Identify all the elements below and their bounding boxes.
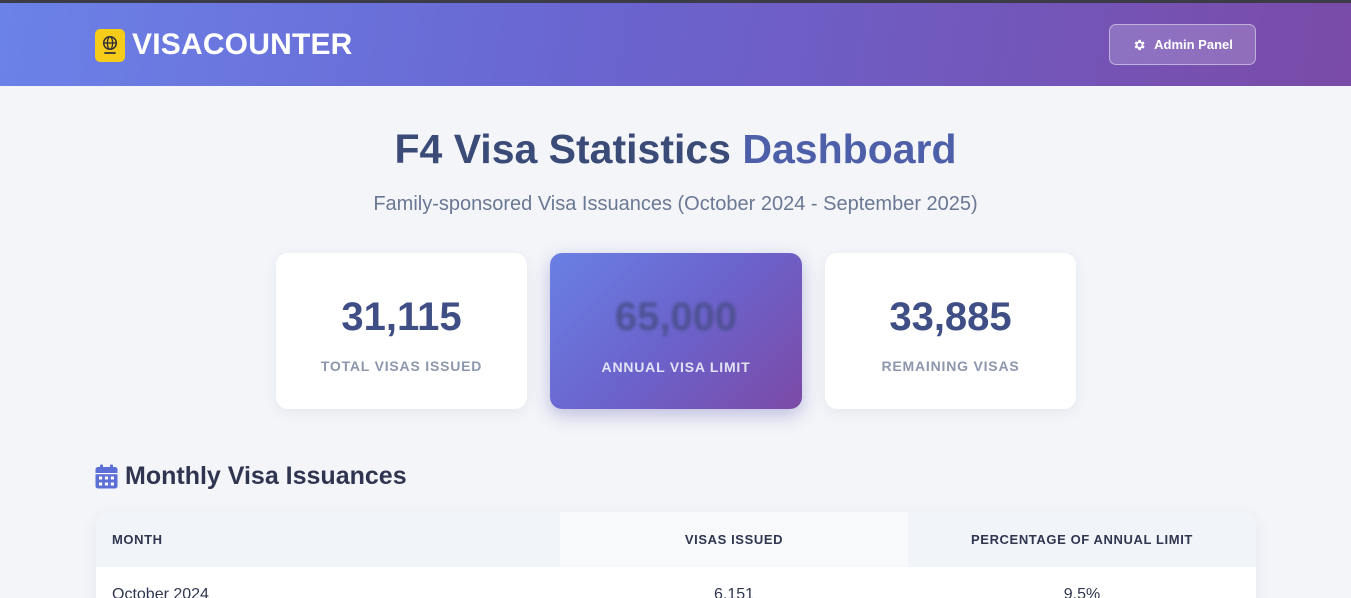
- annual-limit-label: ANNUAL VISA LIMIT: [601, 359, 751, 375]
- monthly-section-title: Monthly Visa Issuances: [125, 461, 407, 490]
- annual-limit-value: 65,000: [614, 295, 738, 339]
- cell-percentage: 9.5%: [1063, 586, 1101, 598]
- gear-icon: [1134, 39, 1145, 50]
- cell-month: October 2024: [112, 586, 209, 598]
- column-header-percentage[interactable]: PERCENTAGE OF ANNUAL LIMIT: [908, 512, 1256, 567]
- admin-panel-label: Admin Panel: [1154, 37, 1233, 52]
- brand-logo[interactable]: VISACOUNTER: [95, 28, 353, 62]
- page-title: F4 Visa Statistics Dashboard: [0, 126, 1351, 173]
- page-title-accent: Dashboard: [742, 126, 957, 172]
- table-header: MONTH VISAS ISSUED PERCENTAGE OF ANNUAL …: [96, 512, 1256, 567]
- table-row: October 2024 6,151 9.5%: [96, 567, 1256, 598]
- total-visas-label: TOTAL VISAS ISSUED: [320, 358, 483, 374]
- column-header-month[interactable]: MONTH: [112, 512, 163, 567]
- passport-globe-icon: [95, 28, 125, 62]
- remaining-visas-label: REMAINING VISAS: [881, 358, 1020, 374]
- column-header-visas-issued[interactable]: VISAS ISSUED: [560, 512, 908, 567]
- cell-visas-issued: 6,151: [713, 586, 755, 598]
- top-navbar: VISACOUNTER Admin Panel: [0, 3, 1351, 86]
- page-title-main: F4 Visa Statistics: [394, 126, 731, 172]
- total-visas-card: 31,115 TOTAL VISAS ISSUED: [276, 253, 527, 409]
- remaining-visas-card: 33,885 REMAINING VISAS: [825, 253, 1076, 409]
- calendar-icon: [95, 464, 118, 488]
- annual-limit-card: 65,000 ANNUAL VISA LIMIT: [550, 253, 802, 409]
- page-subtitle: Family-sponsored Visa Issuances (October…: [373, 193, 978, 215]
- admin-panel-button[interactable]: Admin Panel: [1109, 24, 1256, 65]
- brand-name: VISACOUNTER: [132, 28, 353, 61]
- monthly-section-heading: Monthly Visa Issuances: [95, 461, 407, 491]
- monthly-table: MONTH VISAS ISSUED PERCENTAGE OF ANNUAL …: [96, 512, 1256, 598]
- total-visas-value: 31,115: [341, 295, 462, 339]
- remaining-visas-value: 33,885: [889, 295, 1012, 339]
